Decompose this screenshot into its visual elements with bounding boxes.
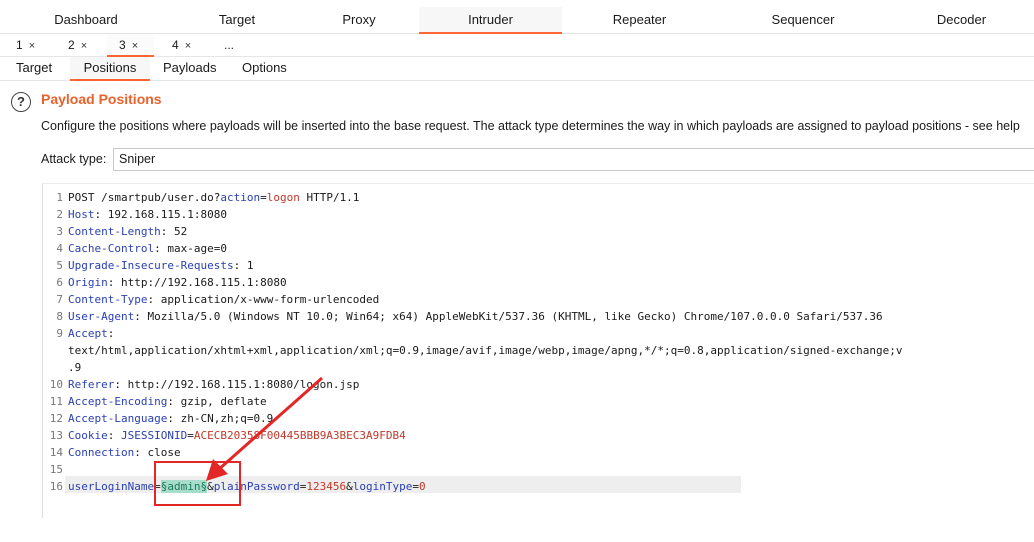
annotation-arrow-icon (206, 376, 323, 481)
